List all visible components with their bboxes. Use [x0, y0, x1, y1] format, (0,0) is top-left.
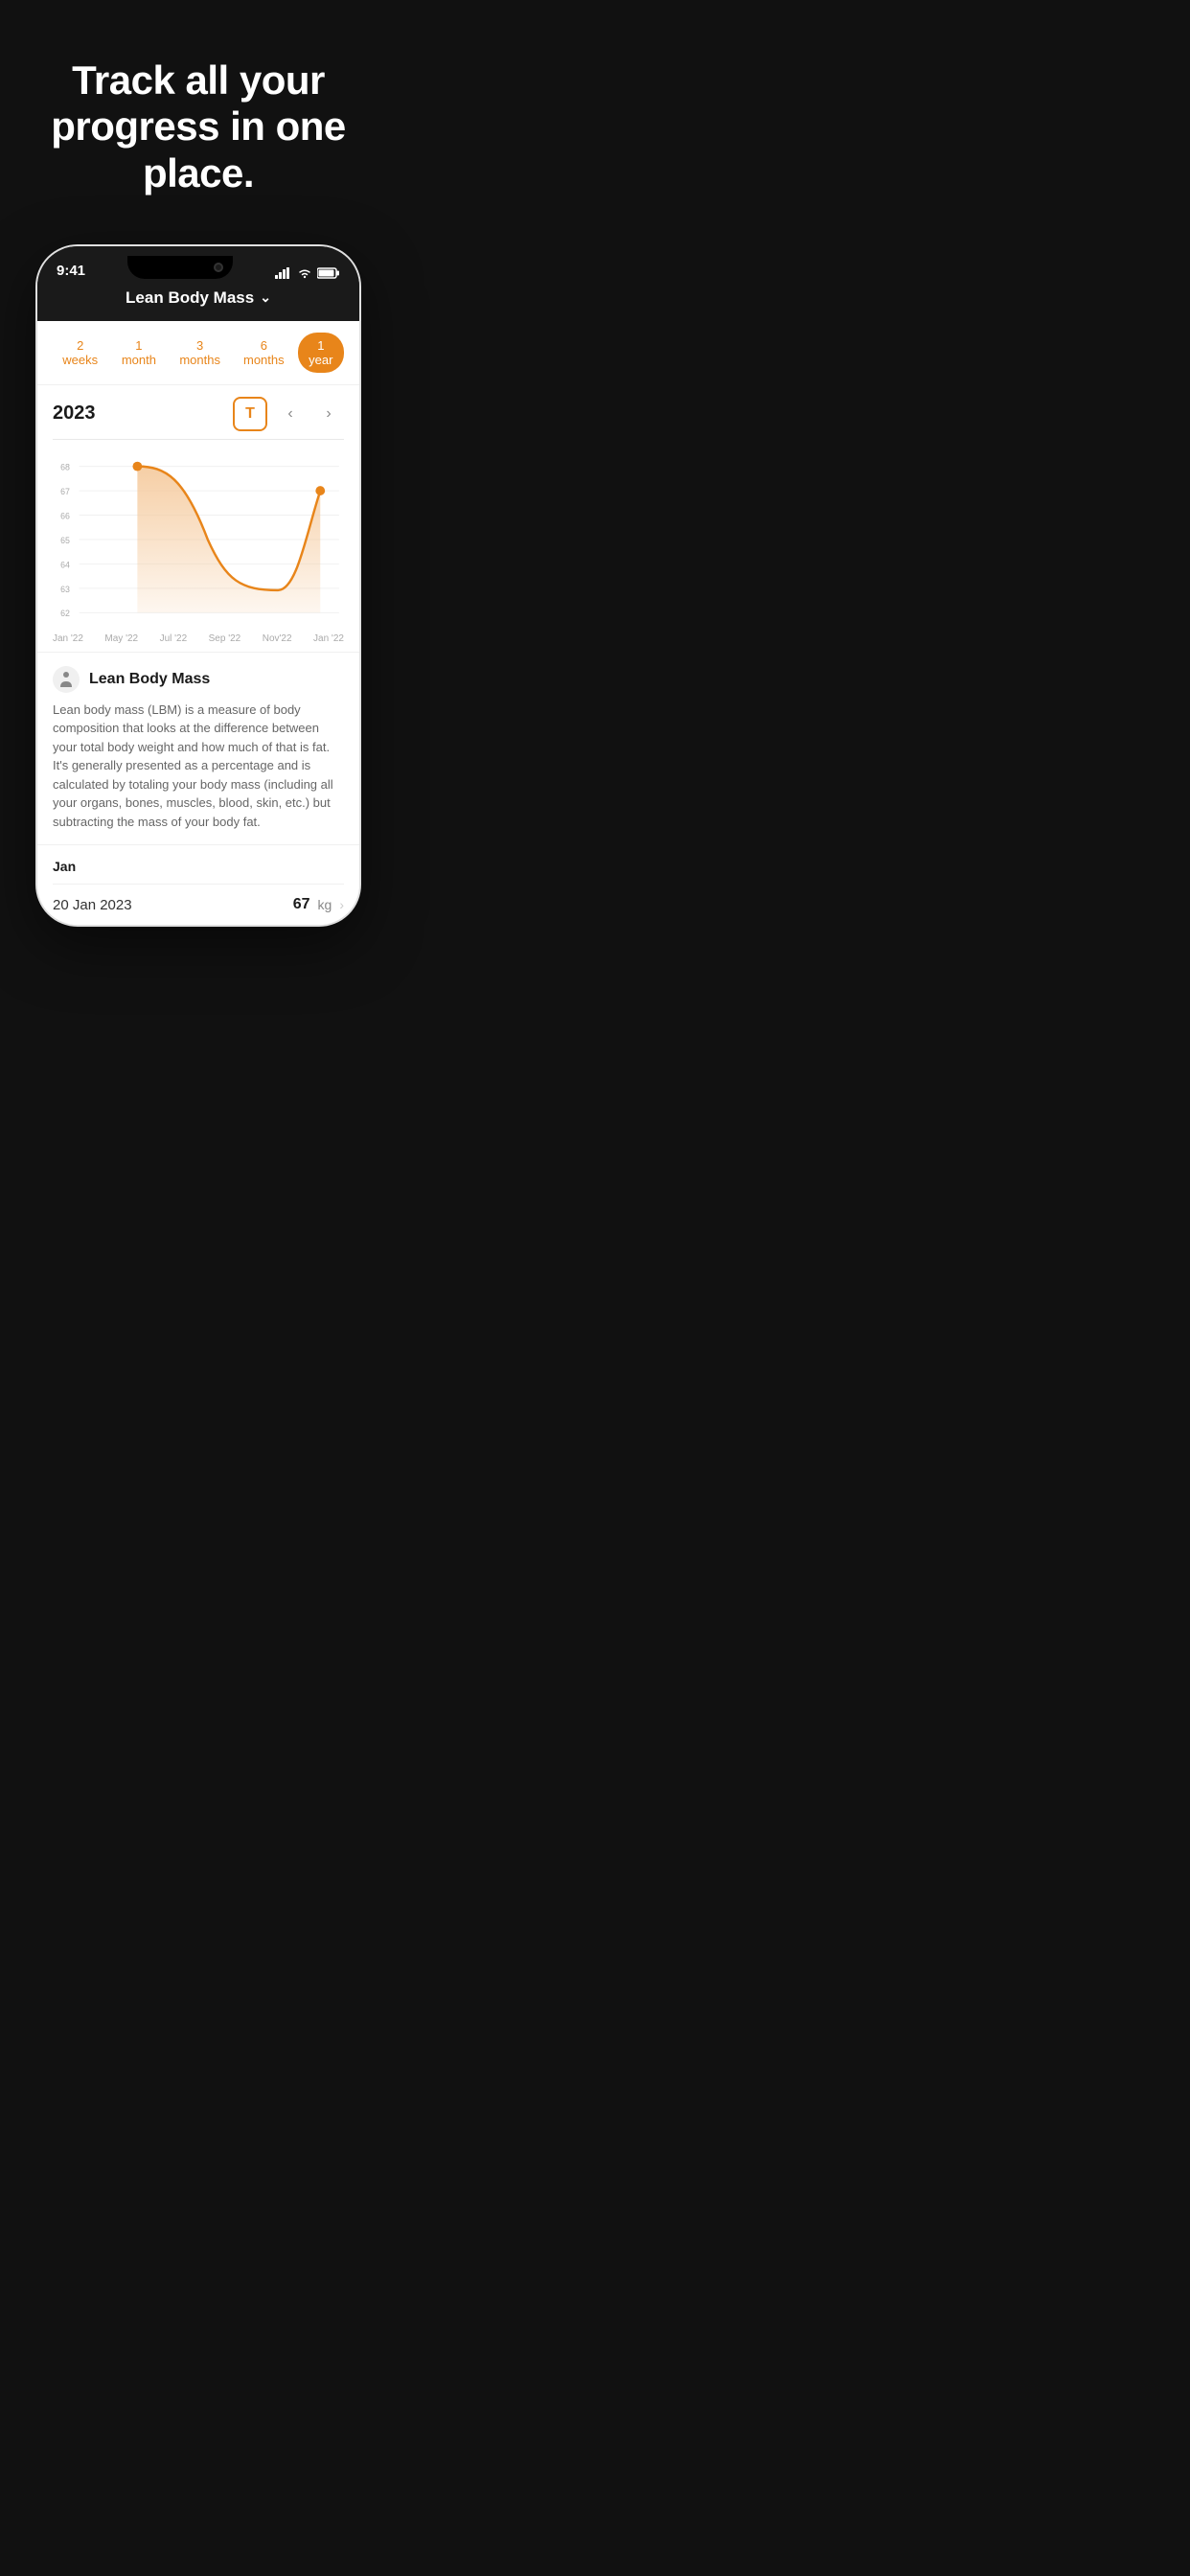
- chart-x-labels: Jan '22 May '22 Jul '22 Sep '22 Nov'22 J…: [37, 632, 359, 652]
- svg-text:68: 68: [60, 462, 70, 472]
- info-section: Lean Body Mass Lean body mass (LBM) is a…: [37, 652, 359, 845]
- x-label-sep22: Sep '22: [209, 633, 241, 644]
- phone-mockup: 9:41: [35, 244, 361, 928]
- app-header-title: Lean Body Mass ⌄: [57, 288, 340, 308]
- app-title-text: Lean Body Mass: [126, 288, 254, 308]
- battery-icon: [317, 267, 340, 279]
- table-row[interactable]: 20 Jan 2023 67 kg ›: [53, 884, 344, 925]
- filter-2weeks[interactable]: 2 weeks: [53, 333, 107, 373]
- signal-icon: [275, 267, 292, 279]
- info-title: Lean Body Mass: [89, 671, 210, 688]
- filter-3months[interactable]: 3 months: [170, 333, 230, 373]
- chart-header: 2023 T ‹ ›: [37, 385, 359, 439]
- phone-top-bar: 9:41: [37, 246, 359, 321]
- time-filter-bar: 2 weeks 1 month 3 months 6 months 1 year: [37, 321, 359, 385]
- filter-1year[interactable]: 1 year: [298, 333, 344, 373]
- data-value-row: 67 kg ›: [293, 896, 344, 913]
- filter-6months[interactable]: 6 months: [234, 333, 294, 373]
- x-label-may22: May '22: [104, 633, 138, 644]
- x-label-jan22-start: Jan '22: [53, 633, 83, 644]
- chart-table-button[interactable]: T: [233, 397, 267, 431]
- info-header: Lean Body Mass: [53, 666, 344, 693]
- chart-next-button[interactable]: ›: [313, 399, 344, 429]
- svg-text:62: 62: [60, 609, 70, 618]
- svg-text:64: 64: [60, 560, 70, 569]
- data-unit: kg: [318, 897, 332, 912]
- svg-text:66: 66: [60, 511, 70, 520]
- chart-point-end: [315, 486, 325, 495]
- chart-point-start: [132, 462, 142, 472]
- status-time: 9:41: [57, 263, 85, 279]
- data-month-label: Jan: [53, 859, 344, 874]
- hero-title: Track all your progress in one place.: [38, 58, 358, 196]
- chart-year: 2023: [53, 402, 96, 425]
- data-section: Jan 20 Jan 2023 67 kg ›: [37, 844, 359, 925]
- x-label-jul22: Jul '22: [160, 633, 188, 644]
- data-date: 20 Jan 2023: [53, 897, 132, 913]
- info-description: Lean body mass (LBM) is a measure of bod…: [53, 701, 344, 832]
- row-chevron-right: ›: [339, 897, 344, 912]
- filter-1month[interactable]: 1 month: [111, 333, 166, 373]
- chart-svg: 68 67 66 65 64 63 62: [47, 449, 350, 628]
- data-value: 67: [293, 896, 310, 913]
- wifi-icon: [297, 267, 312, 279]
- app-header: Lean Body Mass ⌄: [37, 279, 359, 321]
- chart-area: 68 67 66 65 64 63 62: [37, 440, 359, 632]
- chart-prev-button[interactable]: ‹: [275, 399, 306, 429]
- header-chevron-down[interactable]: ⌄: [260, 289, 271, 306]
- svg-text:67: 67: [60, 487, 70, 496]
- chart-controls: T ‹ ›: [233, 397, 344, 431]
- status-icons: [275, 267, 340, 279]
- hero-section: Track all your progress in one place.: [0, 0, 397, 244]
- svg-text:63: 63: [60, 585, 70, 594]
- x-label-nov22: Nov'22: [263, 633, 292, 644]
- svg-text:65: 65: [60, 536, 70, 545]
- lean-body-mass-icon: [53, 666, 80, 693]
- x-label-jan22-end: Jan '22: [313, 633, 344, 644]
- phone-content: 2 weeks 1 month 3 months 6 months 1 year…: [37, 321, 359, 926]
